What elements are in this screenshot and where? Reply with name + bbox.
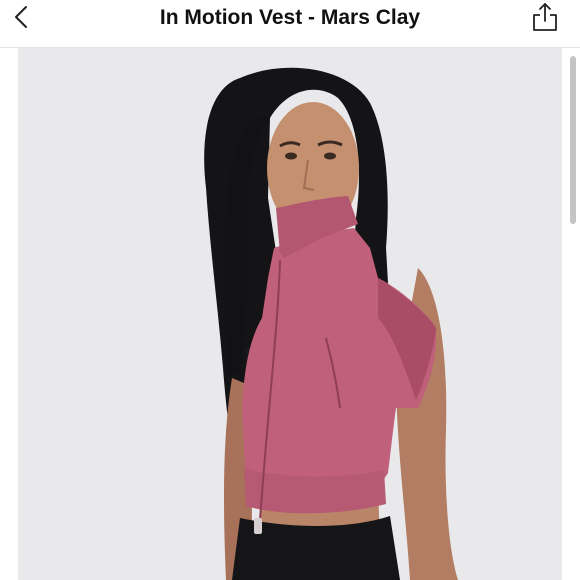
navigation-bar: In Motion Vest - Mars Clay — [0, 0, 580, 48]
product-content — [0, 48, 580, 580]
product-image[interactable] — [18, 48, 562, 580]
page-title: In Motion Vest - Mars Clay — [159, 6, 421, 29]
chevron-left-icon — [15, 6, 27, 28]
share-button[interactable] — [518, 0, 558, 34]
product-photo-illustration — [18, 48, 562, 580]
share-icon — [533, 3, 557, 31]
scrollbar[interactable] — [566, 48, 580, 580]
scrollbar-thumb[interactable] — [570, 56, 576, 224]
back-button[interactable] — [14, 0, 54, 34]
